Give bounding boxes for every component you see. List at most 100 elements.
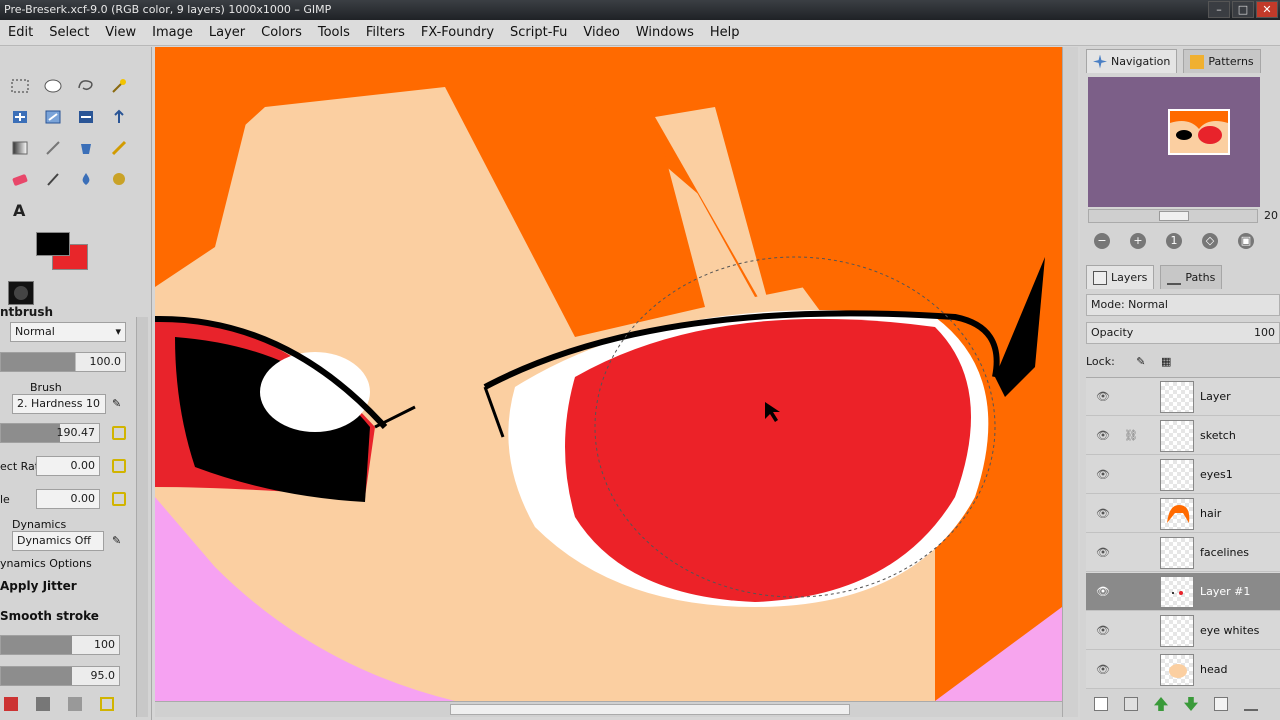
chain-icon[interactable]: ⛓	[1124, 429, 1138, 442]
bucket-icon[interactable]	[74, 137, 98, 159]
navigation-preview[interactable]	[1088, 77, 1260, 207]
reset-size-icon[interactable]	[112, 426, 126, 440]
menu-fx-foundry[interactable]: FX-Foundry	[413, 25, 502, 40]
scale-icon[interactable]	[41, 106, 65, 128]
dynamics-options-expander[interactable]: ynamics Options	[0, 557, 92, 570]
eye-icon[interactable]: 👁	[1096, 507, 1110, 520]
lock-alpha-icon[interactable]: ▦	[1161, 355, 1171, 368]
navigation-thumbnail[interactable]	[1168, 109, 1230, 155]
eye-icon[interactable]: 👁	[1096, 663, 1110, 676]
gradient-icon[interactable]	[8, 137, 32, 159]
reset-options-icon[interactable]	[100, 697, 114, 711]
ink-icon[interactable]	[41, 168, 65, 190]
eye-icon[interactable]: 👁	[1096, 390, 1110, 403]
dynamics-select[interactable]: Dynamics Off	[12, 531, 104, 551]
text-icon[interactable]: A	[8, 199, 32, 221]
transform-icon[interactable]	[8, 106, 32, 128]
eye-icon[interactable]: 👁	[1096, 429, 1110, 442]
layer-row[interactable]: 👁 hair	[1086, 495, 1280, 533]
zoom-slider-thumb[interactable]	[1159, 211, 1189, 221]
menu-edit[interactable]: Edit	[0, 25, 41, 40]
menu-select[interactable]: Select	[41, 25, 97, 40]
layers-list[interactable]: 👁 Layer 👁 ⛓ sketch 👁 eyes1 👁 hair 👁 face…	[1086, 377, 1280, 689]
mode-select[interactable]: Normal ▾	[10, 322, 126, 342]
zoom-slider[interactable]	[1088, 209, 1258, 223]
menu-video[interactable]: Video	[575, 25, 627, 40]
rect-select-icon[interactable]	[8, 75, 32, 97]
foreground-color[interactable]	[36, 232, 70, 256]
new-group-icon[interactable]	[1124, 697, 1138, 711]
zoom-one-to-one-icon[interactable]: 1	[1166, 233, 1182, 249]
delete-options-icon[interactable]	[68, 697, 82, 711]
layer-opacity-slider[interactable]: Opacity 100	[1086, 322, 1280, 344]
fuzzy-select-icon[interactable]	[107, 75, 131, 97]
menu-view[interactable]: View	[97, 25, 144, 40]
eraser-icon[interactable]	[8, 168, 32, 190]
edit-brush-icon[interactable]: ✎	[112, 397, 121, 410]
image-canvas[interactable]	[155, 47, 1062, 701]
edit-dynamics-icon[interactable]: ✎	[112, 534, 121, 547]
menu-colors[interactable]: Colors	[253, 25, 310, 40]
close-icon[interactable]: ✕	[1256, 1, 1278, 18]
eye-icon[interactable]: 👁	[1096, 546, 1110, 559]
layer-row[interactable]: 👁 Layer	[1086, 378, 1280, 416]
raise-layer-icon[interactable]	[1154, 697, 1168, 711]
layer-mode-select[interactable]: Mode: Normal	[1086, 294, 1280, 316]
text-tool-icon[interactable]	[107, 106, 131, 128]
color-swatches[interactable]	[36, 232, 92, 274]
menu-filters[interactable]: Filters	[358, 25, 413, 40]
menu-layer[interactable]: Layer	[201, 25, 253, 40]
maximize-icon[interactable]: □	[1232, 1, 1254, 18]
anchor-layer-icon[interactable]	[1244, 697, 1258, 711]
weight-slider[interactable]: 95.0	[0, 666, 120, 686]
smooth-stroke-checkbox[interactable]: Smooth stroke	[0, 609, 99, 623]
canvas-horizontal-scrollbar[interactable]	[155, 701, 1062, 717]
flip-icon[interactable]	[74, 106, 98, 128]
lasso-icon[interactable]	[74, 75, 98, 97]
toolbox-scrollbar[interactable]	[136, 317, 148, 717]
aspect-field[interactable]: 0.00	[36, 456, 100, 476]
tab-layers[interactable]: Layers	[1086, 265, 1155, 289]
eye-icon[interactable]: 👁	[1096, 624, 1110, 637]
save-options-icon[interactable]	[4, 697, 18, 711]
restore-options-icon[interactable]	[36, 697, 50, 711]
heal-icon[interactable]	[74, 168, 98, 190]
brush-preview-icon[interactable]	[8, 281, 34, 305]
brush-select[interactable]: 2. Hardness 10	[12, 394, 106, 414]
zoom-out-icon[interactable]: −	[1094, 233, 1110, 249]
new-layer-icon[interactable]	[1094, 697, 1108, 711]
airbrush-icon[interactable]	[107, 137, 131, 159]
dodge-icon[interactable]	[107, 168, 131, 190]
lower-layer-icon[interactable]	[1184, 697, 1198, 711]
eye-icon[interactable]: 👁	[1096, 468, 1110, 481]
layer-row[interactable]: 👁 ⛓ sketch	[1086, 417, 1280, 455]
angle-field[interactable]: 0.00	[36, 489, 100, 509]
zoom-fit-icon[interactable]: ◇	[1202, 233, 1218, 249]
pencil-icon[interactable]	[41, 137, 65, 159]
menu-tools[interactable]: Tools	[310, 25, 358, 40]
opacity-slider[interactable]: 100.0	[0, 352, 126, 372]
menu-windows[interactable]: Windows	[628, 25, 702, 40]
canvas-vertical-scrollbar[interactable]	[1062, 47, 1078, 717]
menu-help[interactable]: Help	[702, 25, 748, 40]
tab-paths[interactable]: Paths	[1160, 265, 1223, 289]
menu-script-fu[interactable]: Script-Fu	[502, 25, 575, 40]
reset-aspect-icon[interactable]	[112, 459, 126, 473]
tab-patterns[interactable]: Patterns	[1183, 49, 1261, 73]
size-slider[interactable]: 190.47	[0, 423, 100, 443]
layer-row[interactable]: 👁 facelines	[1086, 534, 1280, 572]
duplicate-layer-icon[interactable]	[1214, 697, 1228, 711]
ellipse-select-icon[interactable]	[41, 75, 65, 97]
lock-pixels-icon[interactable]: ✎	[1136, 355, 1145, 368]
layer-row[interactable]: 👁 head	[1086, 651, 1280, 689]
menu-image[interactable]: Image	[144, 25, 201, 40]
layer-row[interactable]: 👁 eye whites	[1086, 612, 1280, 650]
eye-icon[interactable]: 👁	[1096, 585, 1110, 598]
tab-navigation[interactable]: Navigation	[1086, 49, 1178, 73]
layer-row[interactable]: 👁 Layer #1	[1086, 573, 1280, 611]
layer-row[interactable]: 👁 eyes1	[1086, 456, 1280, 494]
zoom-in-icon[interactable]: +	[1130, 233, 1146, 249]
canvas-horizontal-scroll-thumb[interactable]	[450, 704, 850, 715]
quality-slider[interactable]: 100	[0, 635, 120, 655]
minimize-icon[interactable]: –	[1208, 1, 1230, 18]
